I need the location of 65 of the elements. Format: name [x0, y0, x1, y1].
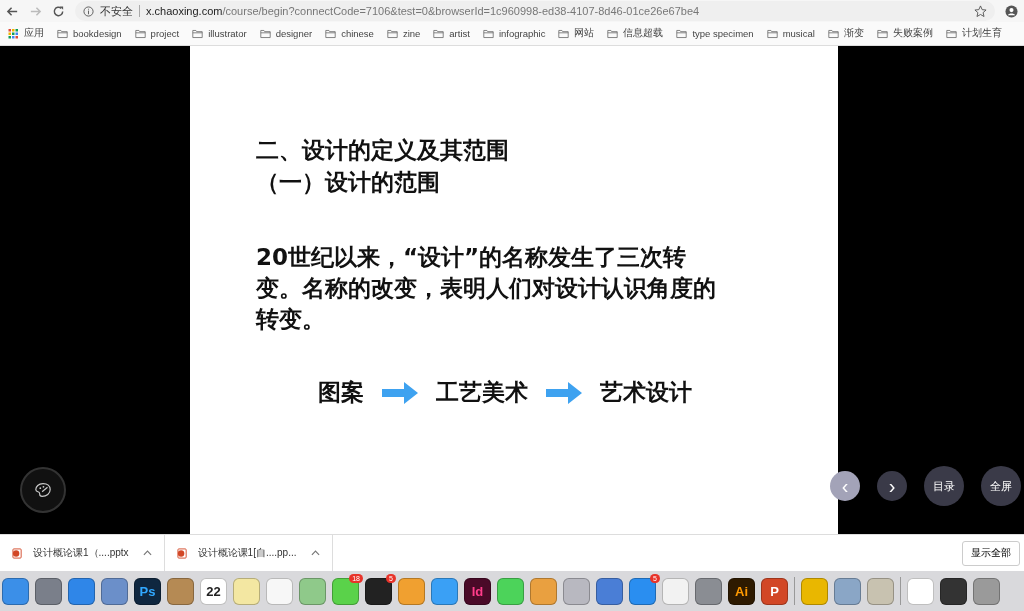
next-button[interactable]: › — [877, 471, 907, 501]
folder-icon — [945, 28, 957, 39]
flow-step: 艺术设计 — [600, 377, 692, 408]
folder-icon — [482, 28, 494, 39]
folder-icon — [433, 28, 445, 39]
bookmark[interactable]: 失败案例 — [876, 27, 933, 40]
player-button[interactable]: 全屏 — [981, 466, 1021, 506]
file-icon — [176, 547, 188, 559]
player-button[interactable]: 目录 — [924, 466, 964, 506]
show-all-button[interactable]: 显示全部 — [962, 540, 1020, 566]
app-icon[interactable] — [940, 577, 967, 605]
url-text: x.chaoxing.com/course/begin?connectCode=7106&test=0&browserId=1c960998-ed38-4107-8d46-01ce26e67be4 — [146, 5, 701, 17]
bookmark[interactable]: 信息超载 — [607, 27, 664, 40]
bookmark[interactable]: 渐变 — [827, 27, 864, 40]
bookmark[interactable]: zine — [386, 28, 421, 39]
folder-icon — [259, 28, 271, 39]
flow-step: 工艺美术 — [436, 377, 528, 408]
info-icon — [83, 5, 94, 17]
palette-icon — [34, 481, 52, 499]
file-name: 设计概论课1（....pptx — [33, 546, 129, 560]
folder-icon — [766, 28, 778, 39]
arrow-icon — [382, 381, 418, 404]
bookmark[interactable]: 网站 — [558, 27, 595, 40]
bookmark[interactable]: infographic — [482, 28, 546, 39]
folder-icon — [57, 28, 68, 39]
folder-icon — [607, 28, 619, 39]
folder-icon — [558, 28, 570, 39]
slide-title: 二、设计的定义及其范围 （一）设计的范围 — [256, 136, 510, 197]
bookmark[interactable]: designer — [259, 28, 313, 39]
folder-icon — [134, 28, 146, 39]
arrow-icon — [546, 381, 582, 404]
bookmark[interactable]: 应用 — [8, 27, 44, 40]
annotate-button[interactable] — [20, 467, 66, 513]
app-icon[interactable] — [596, 577, 623, 605]
bookmark[interactable]: 计划生育 — [945, 27, 1002, 40]
bookmark[interactable]: project — [134, 28, 180, 39]
profile-icon[interactable] — [1005, 4, 1018, 18]
app-icon[interactable]: Id — [464, 577, 491, 605]
file-name: 设计概论课1[自....pp... — [197, 546, 297, 560]
star-icon[interactable] — [974, 4, 987, 18]
bookmark[interactable]: musical — [766, 28, 815, 39]
file-icon — [12, 547, 23, 559]
security-label: 不安全 — [100, 3, 133, 19]
slide-paragraph: 20世纪以来，“设计”的名称发生了三次转变。名称的改变，表明人们对设计认识角度的转变。 — [256, 243, 717, 334]
bookmark[interactable]: illustrator — [192, 28, 247, 39]
flow-step: 图案 — [318, 377, 364, 408]
reload-icon[interactable] — [52, 4, 65, 18]
app-icon[interactable]: 22 — [200, 577, 227, 605]
bookmark[interactable]: bookdesign — [57, 28, 122, 39]
address-bar[interactable]: 不安全 x.chaoxing.com/course/begin?connectCode=7106&test=0&browserId=1c960998-ed38-4107-8d46-01ce26e67be4 — [75, 1, 995, 21]
bookmark[interactable]: chinese — [325, 28, 374, 39]
folder-icon — [876, 28, 888, 39]
caret-icon[interactable] — [142, 550, 152, 556]
apps-grid-icon — [8, 28, 19, 39]
bookmark[interactable]: type specimen — [676, 28, 754, 39]
folder-icon — [192, 28, 204, 39]
app-icon[interactable]: Ps — [134, 577, 161, 605]
folder-icon — [386, 28, 398, 39]
caret-icon[interactable] — [310, 550, 320, 556]
folder-icon — [676, 28, 688, 39]
folder-icon — [827, 28, 839, 39]
bookmark[interactable]: artist — [433, 28, 470, 39]
app-icon[interactable]: P — [761, 577, 788, 605]
folder-icon — [325, 28, 337, 39]
app-icon[interactable]: Ai — [728, 577, 755, 605]
